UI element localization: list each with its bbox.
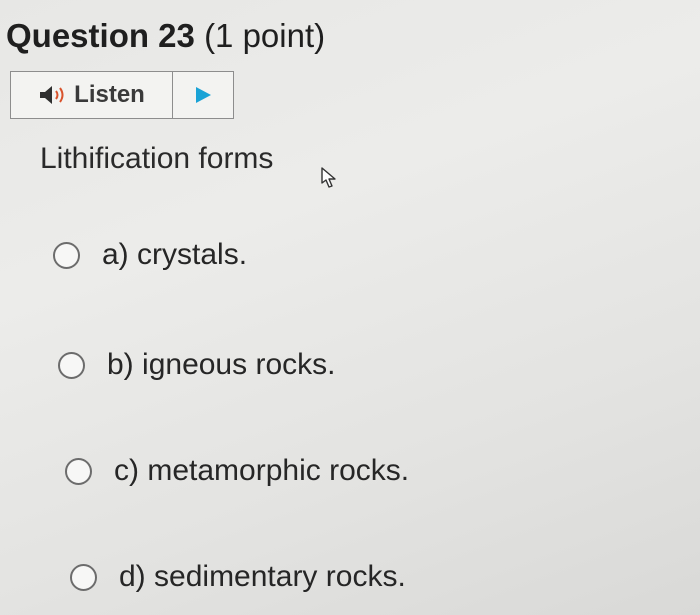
question-prompt: Lithification forms [40, 142, 274, 175]
option-a[interactable]: a) crystals. [53, 238, 247, 272]
question-title: Question 23 (1 point) [6, 14, 325, 58]
question-points: (1 point) [204, 17, 326, 54]
option-b[interactable]: b) igneous rocks. [58, 348, 335, 382]
radio-a[interactable] [53, 241, 80, 269]
option-d[interactable]: d) sedimentary rocks. [70, 560, 406, 594]
play-button[interactable] [173, 72, 233, 118]
option-d-label: d) sedimentary rocks. [119, 560, 406, 593]
mouse-pointer-icon [321, 167, 336, 188]
radio-b[interactable] [58, 351, 85, 379]
question-number: Question 23 [6, 17, 195, 54]
option-c-label: c) metamorphic rocks. [114, 454, 410, 487]
radio-d[interactable] [70, 563, 97, 591]
play-icon [196, 87, 211, 103]
listen-widget: Listen [10, 71, 234, 119]
radio-c[interactable] [65, 457, 92, 485]
listen-button[interactable]: Listen [11, 72, 173, 118]
speaker-icon [40, 86, 64, 104]
option-a-label: a) crystals. [102, 238, 248, 271]
option-b-label: b) igneous rocks. [107, 348, 336, 381]
listen-label: Listen [74, 81, 145, 108]
option-c[interactable]: c) metamorphic rocks. [65, 454, 409, 488]
